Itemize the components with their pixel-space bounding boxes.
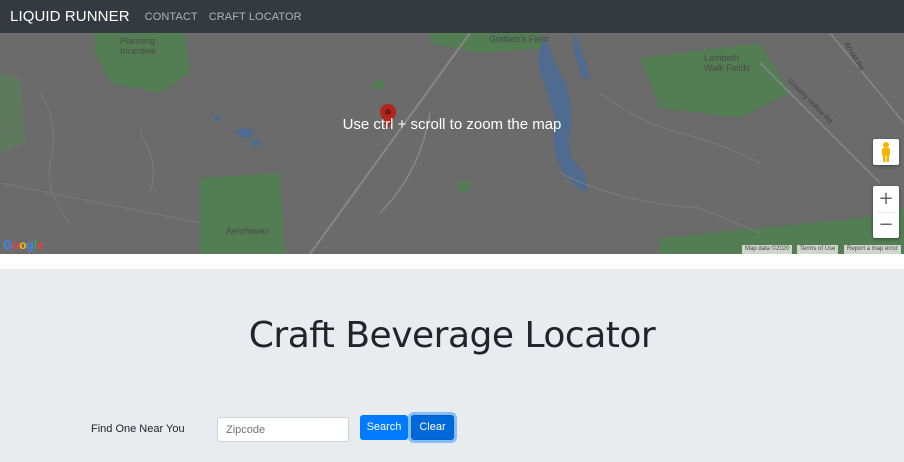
clear-button[interactable]: Clear [411,415,454,440]
map-view[interactable]: Planning Incentive Gottlieb's Field Lamb… [0,33,904,254]
zoom-control: + − [873,186,899,238]
pegman-icon [882,142,890,162]
locator-section: Craft Beverage Locator Find One Near You… [0,269,904,462]
find-near-label: Find One Near You [91,423,185,435]
zipcode-input[interactable] [217,417,349,442]
map-data-attribution: Map data ©2020 [742,245,793,254]
brand-logo[interactable]: LIQUID RUNNER [10,8,130,25]
google-logo[interactable]: Google [3,238,43,252]
map-dim-overlay [0,33,904,254]
nav-link-contact[interactable]: CONTACT [145,11,198,23]
map-label-lambeth-walk-fields: Lambeth Walk Fields [704,53,751,73]
report-map-error-link[interactable]: Report a map error [844,245,901,254]
page-title: Craft Beverage Locator [248,315,656,356]
terms-of-use-link[interactable]: Terms of Use [797,245,839,254]
map-zoom-hint: Use ctrl + scroll to zoom the map [342,116,562,133]
top-navbar: LIQUID RUNNER CONTACT CRAFT LOCATOR [0,0,904,33]
pegman-street-view-button[interactable] [873,139,899,165]
map-label-planning-incentive: Planning Incentive [120,36,157,56]
search-button[interactable]: Search [360,415,408,440]
map-label-aerohaven: Aerohaven [226,226,270,236]
map-label-gottliebs-field: Gottlieb's Field [489,34,549,44]
zoom-out-button[interactable]: − [873,212,899,238]
nav-link-craft-locator[interactable]: CRAFT LOCATOR [209,11,302,23]
zoom-in-button[interactable]: + [873,186,899,212]
